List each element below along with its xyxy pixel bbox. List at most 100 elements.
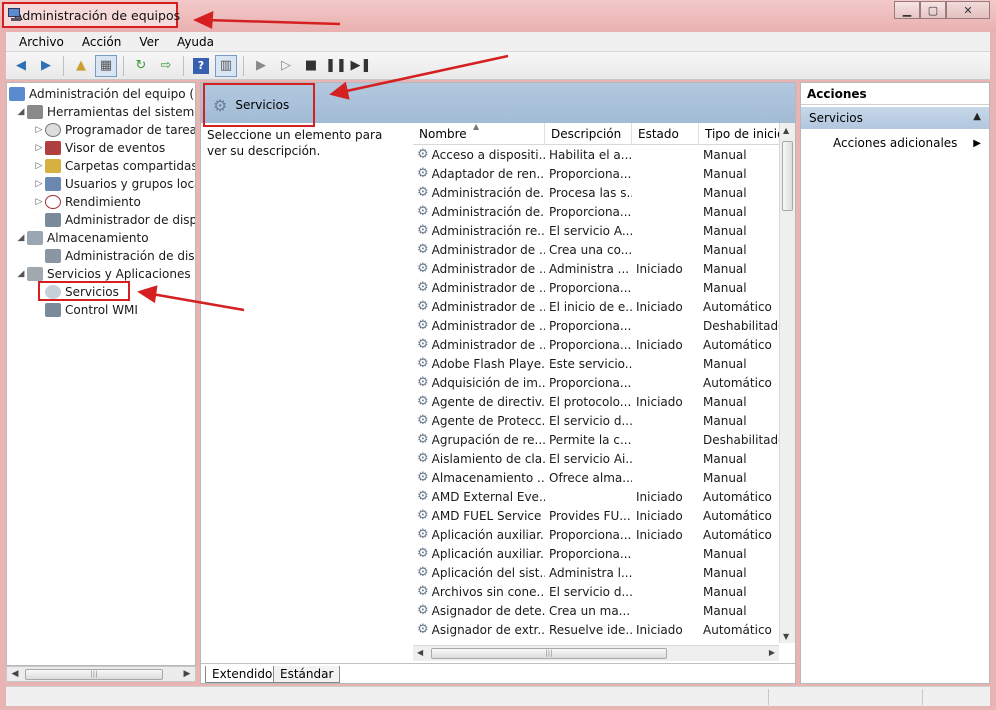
- actions-section-label: Servicios: [809, 111, 863, 125]
- tab-estandar[interactable]: Estándar: [273, 666, 341, 683]
- service-gear-icon: ⚙: [417, 565, 429, 580]
- service-gear-icon: ⚙: [417, 432, 429, 447]
- restore-button[interactable]: ▢: [920, 1, 946, 19]
- table-row[interactable]: ⚙ Agrupación de re... Permite la c... Desha…: [413, 430, 779, 449]
- refresh-icon[interactable]: ↻: [130, 55, 152, 77]
- menu-ver[interactable]: Ver: [130, 35, 168, 49]
- tree-horizontal-scrollbar[interactable]: ◀ ||| ▶: [6, 666, 196, 682]
- show-hide-tree-icon[interactable]: ▦: [95, 54, 117, 77]
- scroll-left-icon[interactable]: ◀: [7, 669, 23, 679]
- actions-section-servicios[interactable]: Servicios ▲: [801, 107, 989, 129]
- tree-item-disco[interactable]: Administración de disco: [45, 247, 195, 265]
- expand-arrow-icon[interactable]: ▷: [33, 161, 45, 171]
- table-row[interactable]: ⚙ AMD External Eve... Iniciado Automático: [413, 487, 779, 506]
- table-row[interactable]: ⚙ Administrador de ... El inicio de e... In…: [413, 297, 779, 316]
- help-icon[interactable]: ?: [190, 55, 212, 77]
- table-row[interactable]: ⚙ Administrador de ... Administra ... Inici…: [413, 259, 779, 278]
- menu-ayuda[interactable]: Ayuda: [168, 35, 223, 49]
- scroll-right-icon[interactable]: ▶: [769, 648, 775, 657]
- table-row[interactable]: ⚙ Asignador de extr... Resuelve ide... Inic…: [413, 620, 779, 639]
- table-row[interactable]: ⚙ AMD FUEL Service Provides FU... Iniciado A…: [413, 506, 779, 525]
- table-row[interactable]: ⚙ Agente de directiv... El protocolo... Ini…: [413, 392, 779, 411]
- start-service-alt-icon[interactable]: ▷: [275, 55, 297, 77]
- minimize-button[interactable]: ▁: [894, 1, 920, 19]
- column-estado[interactable]: Estado: [632, 123, 699, 145]
- table-row[interactable]: ⚙ Adobe Flash Playe... Este servicio... Man…: [413, 354, 779, 373]
- show-action-pane-icon[interactable]: ▥: [215, 54, 237, 77]
- back-arrow-icon[interactable]: ◀: [10, 55, 32, 77]
- table-row[interactable]: ⚙ Aplicación auxiliar... Proporciona... Ini…: [413, 525, 779, 544]
- up-folder-icon[interactable]: ▲: [70, 55, 92, 77]
- expand-arrow-icon[interactable]: ◢: [15, 107, 27, 117]
- tree-item-root[interactable]: Administración del equipo (loc: [9, 85, 195, 103]
- actions-title: Acciones: [801, 83, 989, 105]
- table-row[interactable]: ⚙ Adquisición de im... Proporciona... Autom…: [413, 373, 779, 392]
- forward-arrow-icon[interactable]: ▶: [35, 55, 57, 77]
- tree-item-wmi[interactable]: Control WMI: [45, 301, 138, 319]
- tree-item-visor[interactable]: ▷ Visor de eventos: [33, 139, 165, 157]
- scroll-thumb[interactable]: |||: [431, 648, 667, 659]
- table-row[interactable]: ⚙ Administración de... Proporciona... Manua…: [413, 202, 779, 221]
- table-row[interactable]: ⚙ Acceso a dispositi... Habilita el a... Ma…: [413, 145, 779, 164]
- service-gear-icon: ⚙: [417, 204, 429, 219]
- start-service-icon[interactable]: ▶: [250, 55, 272, 77]
- menu-accion[interactable]: Acción: [73, 35, 130, 49]
- table-row[interactable]: ⚙ Aplicación auxiliar... Proporciona... Man…: [413, 544, 779, 563]
- expand-arrow-icon[interactable]: ◢: [15, 233, 27, 243]
- tree-item-usuarios[interactable]: ▷ Usuarios y grupos locale: [33, 175, 195, 193]
- scroll-down-icon[interactable]: ▼: [783, 632, 789, 641]
- tree-item-herramientas[interactable]: ◢ Herramientas del sistema: [15, 103, 195, 121]
- service-gear-icon: ⚙: [417, 584, 429, 599]
- collapse-up-icon[interactable]: ▲: [973, 111, 981, 122]
- service-startup-type: Deshabilitado: [703, 432, 779, 447]
- close-button[interactable]: ✕: [946, 1, 990, 19]
- menu-archivo[interactable]: Archivo: [10, 35, 73, 49]
- list-vertical-scrollbar[interactable]: ▲ ▼: [779, 123, 795, 643]
- table-row[interactable]: ⚙ Agente de Protecc... El servicio d... Man…: [413, 411, 779, 430]
- table-row[interactable]: ⚙ Aislamiento de cla... El servicio Ai... M…: [413, 449, 779, 468]
- export-list-icon[interactable]: ⇨: [155, 55, 177, 77]
- table-row[interactable]: ⚙ Archivos sin cone... El servicio d... Man…: [413, 582, 779, 601]
- expand-arrow-icon[interactable]: ▷: [33, 197, 45, 207]
- scroll-thumb[interactable]: |||: [25, 669, 163, 680]
- table-row[interactable]: ⚙ Administrador de ... Proporciona... Desha…: [413, 316, 779, 335]
- column-nombre[interactable]: ▲ Nombre: [413, 123, 545, 145]
- table-row[interactable]: ⚙ Almacenamiento ... Ofrece alma... Manual: [413, 468, 779, 487]
- scroll-right-icon[interactable]: ▶: [179, 669, 195, 679]
- tab-extendido[interactable]: Extendido: [205, 666, 280, 683]
- service-gear-icon: ⚙: [417, 603, 429, 618]
- service-name: Adobe Flash Playe...: [431, 356, 545, 371]
- expand-arrow-icon[interactable]: ◢: [15, 269, 27, 279]
- service-name-cell: ⚙ Almacenamiento ...: [413, 470, 545, 485]
- table-row[interactable]: ⚙ Administrador de ... Crea una co... Manua…: [413, 240, 779, 259]
- table-row[interactable]: ⚙ Adaptador de ren... Proporciona... Manual: [413, 164, 779, 183]
- column-descripcion[interactable]: Descripción: [545, 123, 632, 145]
- restart-service-icon[interactable]: ▶❚: [350, 55, 372, 77]
- stop-service-icon[interactable]: ■: [300, 55, 322, 77]
- table-row[interactable]: ⚙ Administrador de ... Proporciona... Inici…: [413, 335, 779, 354]
- scroll-left-icon[interactable]: ◀: [417, 648, 423, 657]
- tree-item-carpetas[interactable]: ▷ Carpetas compartidas: [33, 157, 195, 175]
- service-name-cell: ⚙ Administrador de ...: [413, 318, 545, 333]
- service-gear-icon: ⚙: [417, 546, 429, 561]
- pause-service-icon[interactable]: ❚❚: [325, 55, 347, 77]
- column-tipo-inicio[interactable]: Tipo de inicio: [699, 123, 779, 145]
- expand-arrow-icon[interactable]: ▷: [33, 125, 45, 135]
- scroll-up-icon[interactable]: ▲: [783, 126, 789, 135]
- table-row[interactable]: ⚙ Asignador de dete... Crea un ma... Manual: [413, 601, 779, 620]
- list-horizontal-scrollbar[interactable]: ◀ ||| ▶: [413, 645, 779, 661]
- service-gear-icon: ⚙: [417, 242, 429, 257]
- table-row[interactable]: ⚙ Administración re... El servicio A... Man…: [413, 221, 779, 240]
- tree-item-rendimiento[interactable]: ▷ Rendimiento: [33, 193, 141, 211]
- tree-item-almacenamiento[interactable]: ◢ Almacenamiento: [15, 229, 149, 247]
- tree-item-programador[interactable]: ▷ Programador de tareas: [33, 121, 195, 139]
- table-row[interactable]: ⚙ Administrador de ... Proporciona... Manua…: [413, 278, 779, 297]
- expand-arrow-icon[interactable]: ▷: [33, 143, 45, 153]
- tree-item-dispositivos[interactable]: Administrador de dispo: [45, 211, 195, 229]
- actions-additional-item[interactable]: Acciones adicionales ▶: [833, 133, 983, 153]
- table-row[interactable]: ⚙ Administración de... Procesa las s... Man…: [413, 183, 779, 202]
- table-row[interactable]: ⚙ Aplicación del sist... Administra l... Ma…: [413, 563, 779, 582]
- expand-arrow-icon[interactable]: ▷: [33, 179, 45, 189]
- title-bar: Administración de equipos ▁ ▢ ✕: [0, 0, 996, 32]
- scroll-thumb[interactable]: [782, 141, 793, 211]
